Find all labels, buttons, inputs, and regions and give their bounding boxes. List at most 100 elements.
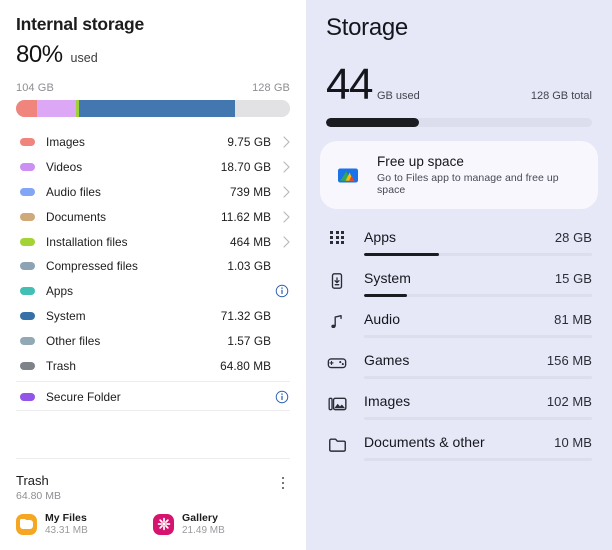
trash-app-name: Gallery [182,512,218,524]
storage-breakdown-row[interactable]: System 15 GB [306,256,612,297]
storage-breakdown-row[interactable]: Apps 28 GB [306,215,612,256]
info-icon[interactable] [275,390,289,404]
chevron-right-icon[interactable] [277,235,290,248]
chevron-right-icon[interactable] [277,211,290,223]
storage-breakdown-row-inner: Images 102 MB [326,379,592,420]
storage-category-row[interactable]: Trash 64.80 MB [0,353,306,378]
category-color-dot [20,361,35,370]
apps-grid-icon [326,229,348,245]
category-size: 71.32 GB [220,308,271,323]
storage-used-unit: GB used [376,90,420,102]
category-label: Trash [46,358,76,373]
list-divider-top [16,380,290,382]
trash-app-item[interactable]: My Files 43.31 MB [16,512,153,536]
usage-summary: 80% used [16,41,290,69]
music-note-icon [326,311,348,331]
usage-used-label: used [70,51,98,65]
category-size: 11.62 MB [220,209,271,224]
storage-breakdown-progress-fill [364,252,440,256]
category-color-dot [20,393,35,402]
category-color-dot [20,187,35,196]
storage-category-row[interactable]: System 71.32 GB [0,304,306,329]
info-icon[interactable] [275,284,289,298]
category-color-dot [20,262,35,271]
trash-app-list: My Files 43.31 MB Gallery 21.49 MB [0,502,306,550]
usage-bar-segment [36,100,77,117]
storage-breakdown-progress-fill [364,293,408,297]
category-color-dot [20,212,35,221]
storage-summary: 44 GB used 128 GB total [306,42,612,107]
chevron-right-icon [277,260,290,272]
storage-breakdown-progress [364,252,592,256]
kebab-dot [281,481,285,485]
storage-category-row[interactable]: Documents 11.62 MB [0,204,306,229]
category-label: Images [46,135,85,150]
storage-category-row[interactable]: Apps [0,279,306,304]
gallery-icon [153,513,174,535]
storage-breakdown-body: Games 156 MB [364,352,592,379]
capacity-used: 104 GB [16,82,54,94]
trash-app-meta: Gallery 21.49 MB [182,512,225,536]
storage-comparison-screenshot: Internal storage 80% used 104 GB 128 GB … [0,0,612,550]
usage-bar-segment [235,100,290,117]
kebab-menu-icon[interactable] [276,473,290,491]
storage-category-row[interactable]: Installation files 464 MB [0,229,306,254]
kebab-dot [281,476,285,480]
storage-category-row[interactable]: Other files 1.57 GB [0,328,306,353]
storage-breakdown-row-inner: Apps 28 GB [326,215,592,256]
trash-app-size: 21.49 MB [182,525,225,536]
storage-category-row[interactable]: Images 9.75 GB [0,130,306,155]
trash-app-item[interactable]: Gallery 21.49 MB [153,512,290,536]
storage-breakdown-value: 81 MB [554,311,592,327]
secure-folder-row[interactable]: Secure Folder [0,385,306,410]
storage-breakdown-progress [364,334,592,338]
category-color-dot [20,138,35,147]
category-label: Other files [46,333,101,348]
storage-breakdown-value: 156 MB [546,352,592,368]
chevron-right-icon[interactable] [277,186,290,198]
usage-bar-segment [79,100,236,117]
category-size: 64.80 MB [220,358,271,373]
left-header: Internal storage 80% used [0,0,306,69]
photo-stack-icon [326,393,348,413]
storage-breakdown-progress [364,457,592,461]
storage-breakdown-top: System 15 GB [364,270,592,286]
storage-breakdown-row[interactable]: Games 156 MB [306,338,612,379]
trash-text: Trash 64.80 MB [16,473,276,502]
folder-icon [326,434,348,453]
chevron-right-icon[interactable] [277,161,290,173]
storage-category-row[interactable]: Audio files 739 MB [0,180,306,205]
chevron-right-icon[interactable] [277,136,290,148]
category-size: 464 MB [230,234,271,249]
storage-breakdown-row-inner: Documents & other 10 MB [326,420,592,461]
trash-app-size: 43.31 MB [45,525,88,536]
category-size: 1.57 GB [227,333,271,348]
storage-breakdown-name: Images [364,392,411,409]
storage-total-label: 128 GB total [530,90,592,102]
category-size: 9.75 GB [227,135,271,150]
storage-breakdown-name: Apps [364,228,397,245]
category-size: 1.03 GB [227,259,271,274]
storage-category-row[interactable]: Videos 18.70 GB [0,155,306,180]
trash-header[interactable]: Trash 64.80 MB [0,459,306,502]
category-color-dot [20,336,35,345]
storage-category-row[interactable]: Compressed files 1.03 GB [0,254,306,279]
storage-breakdown-row[interactable]: Images 102 MB [306,379,612,420]
free-up-space-card[interactable]: Free up space Go to Files app to manage … [320,140,598,209]
storage-breakdown-value: 15 GB [554,270,592,286]
category-color-dot [20,237,35,246]
category-label: Apps [46,284,74,299]
category-label: Audio files [46,184,101,199]
files-app-icon [336,163,360,187]
category-label: Installation files [46,234,128,249]
trash-section: Trash 64.80 MB My Files 43.31 MB Gallery 21… [0,458,306,550]
usage-bar-segment [16,100,37,117]
storage-breakdown-row[interactable]: Documents & other 10 MB [306,420,612,461]
storage-breakdown-value: 10 MB [554,434,592,450]
category-color-dot [20,311,35,320]
storage-breakdown-row[interactable]: Audio 81 MB [306,297,612,338]
category-size: 739 MB [230,184,271,199]
category-label: Videos [46,160,83,175]
secure-folder-slot: Secure Folder [0,385,306,410]
storage-breakdown-body: Apps 28 GB [364,229,592,256]
